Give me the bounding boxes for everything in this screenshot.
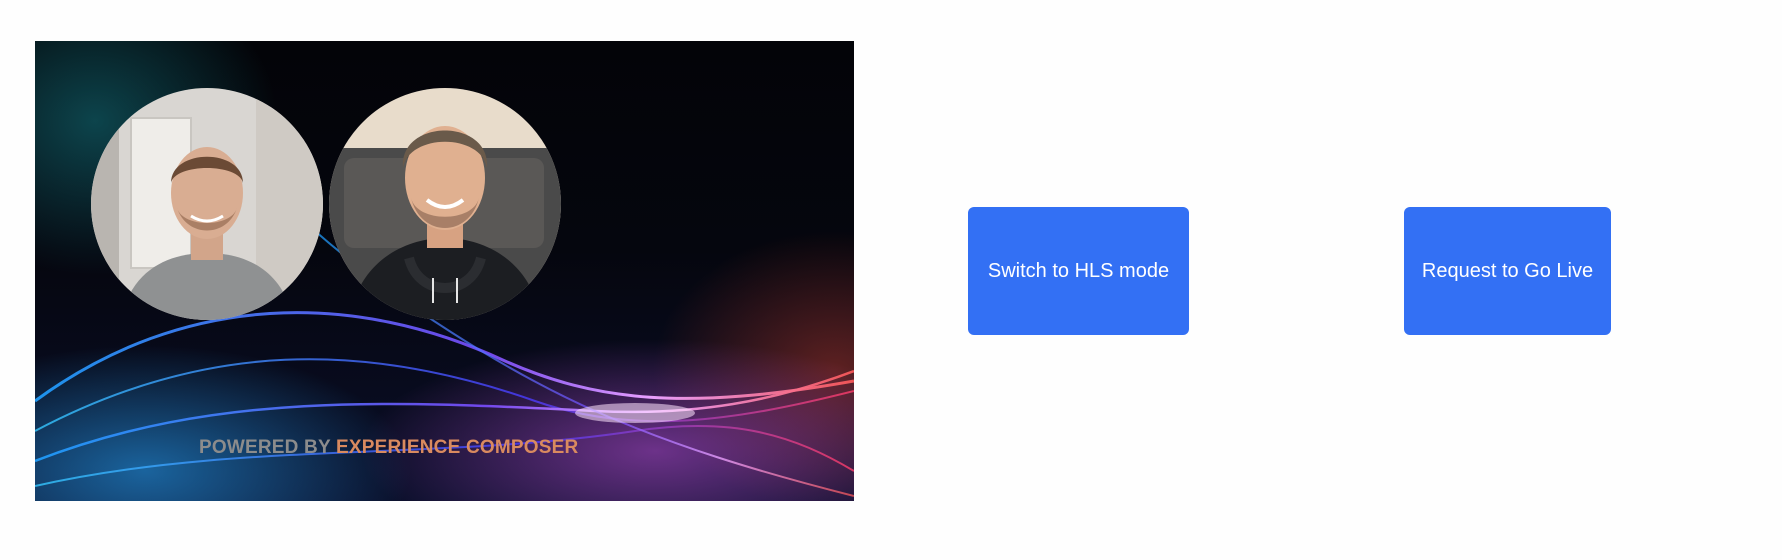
participant-1-image bbox=[91, 88, 323, 320]
watermark-highlight: EXPERIENCE COMPOSER bbox=[335, 437, 579, 458]
participant-video-2 bbox=[329, 88, 561, 320]
page: POWERED BY EXPERIENCE COMPOSER Switch to… bbox=[0, 0, 1782, 560]
composed-video-stream: POWERED BY EXPERIENCE COMPOSER bbox=[35, 41, 854, 501]
participant-2-image bbox=[329, 88, 561, 320]
participant-video-1 bbox=[91, 88, 323, 320]
switch-to-hls-button[interactable]: Switch to HLS mode bbox=[968, 207, 1189, 335]
powered-by-watermark: POWERED BY EXPERIENCE COMPOSER bbox=[199, 437, 578, 459]
watermark-prefix: POWERED BY bbox=[199, 437, 336, 458]
request-to-go-live-button[interactable]: Request to Go Live bbox=[1404, 207, 1611, 335]
